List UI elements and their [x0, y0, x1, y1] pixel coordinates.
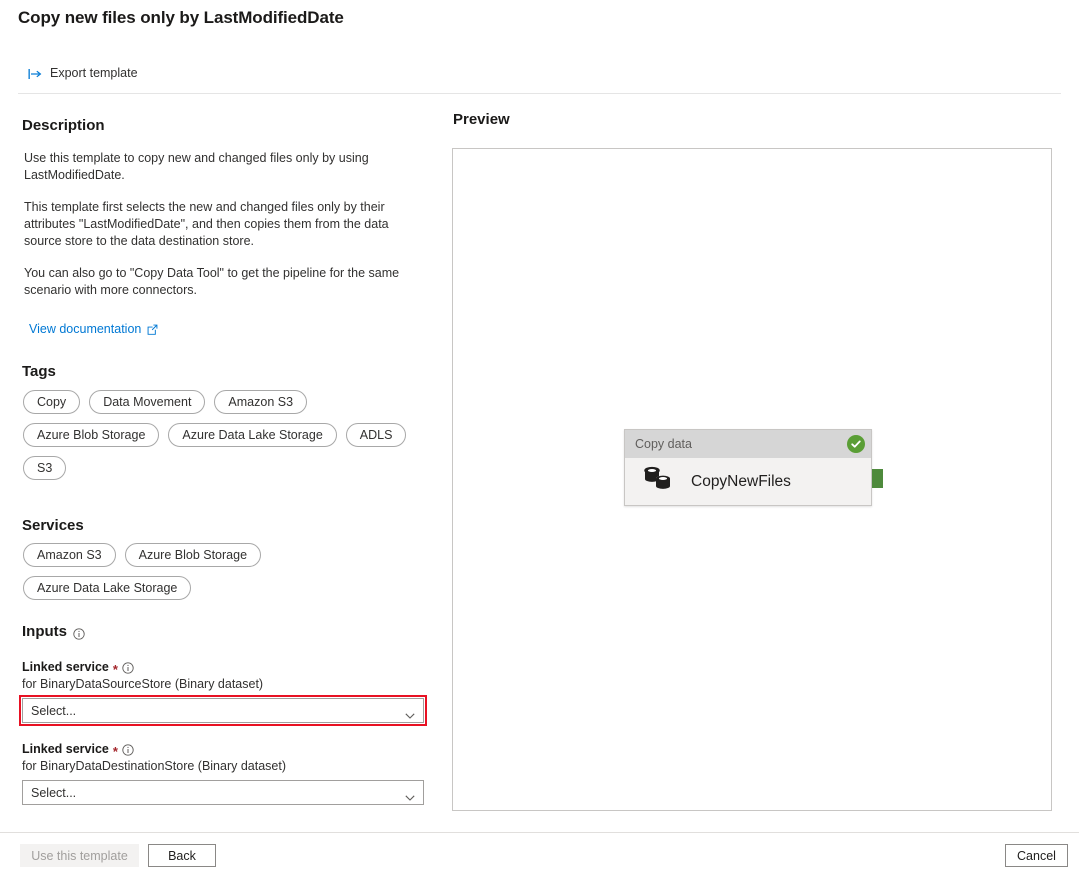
external-link-icon: [147, 324, 158, 335]
linked-service-source-value: Select...: [31, 704, 76, 718]
footer: Use this template Back Cancel: [0, 833, 1079, 877]
service-pill: Azure Data Lake Storage: [23, 576, 191, 600]
chevron-down-icon: [405, 790, 415, 796]
export-icon: [28, 67, 42, 79]
required-marker: *: [113, 745, 118, 758]
inputs-heading-row: Inputs: [22, 623, 85, 640]
tag-pill: Azure Blob Storage: [23, 423, 159, 447]
header-divider: [18, 93, 1061, 94]
tags-list: Copy Data Movement Amazon S3 Azure Blob …: [23, 390, 423, 480]
linked-service-destination-label: Linked service: [22, 742, 109, 756]
command-bar: Export template: [0, 58, 1079, 90]
pipeline-activity-node-header: Copy data: [625, 430, 871, 458]
description-paragraph-1: Use this template to copy new and change…: [24, 150, 414, 184]
tag-pill: S3: [23, 456, 66, 480]
description-body: Use this template to copy new and change…: [24, 150, 414, 314]
pipeline-activity-node-body: CopyNewFiles: [625, 458, 871, 505]
description-paragraph-2: This template first selects the new and …: [24, 199, 414, 250]
info-icon[interactable]: [122, 744, 134, 756]
service-pill: Amazon S3: [23, 543, 116, 567]
tag-pill: Azure Data Lake Storage: [168, 423, 336, 447]
linked-service-destination-value: Select...: [31, 786, 76, 800]
preview-heading: Preview: [453, 111, 510, 128]
chevron-down-icon: [405, 708, 415, 714]
back-button[interactable]: Back: [148, 844, 216, 867]
tag-pill: Copy: [23, 390, 80, 414]
view-documentation-label: View documentation: [29, 322, 141, 336]
cancel-button[interactable]: Cancel: [1005, 844, 1068, 867]
export-template-label: Export template: [50, 66, 138, 80]
required-marker: *: [113, 663, 118, 676]
linked-service-destination-sublabel: for BinaryDataDestinationStore (Binary d…: [22, 759, 426, 773]
pipeline-activity-node[interactable]: Copy data: [624, 429, 872, 506]
use-this-template-button[interactable]: Use this template: [20, 844, 139, 867]
tags-heading: Tags: [22, 363, 56, 380]
linked-service-destination-dropdown[interactable]: Select...: [22, 780, 424, 805]
tag-pill: Data Movement: [89, 390, 205, 414]
tag-pill: Amazon S3: [214, 390, 307, 414]
description-heading: Description: [22, 117, 105, 134]
pipeline-activity-name: CopyNewFiles: [691, 473, 791, 491]
services-list: Amazon S3 Azure Blob Storage Azure Data …: [23, 543, 423, 600]
linked-service-destination-field: Linked service * for BinaryDataDestinati…: [22, 742, 426, 805]
export-template-button[interactable]: Export template: [24, 58, 142, 88]
preview-canvas[interactable]: Copy data: [452, 148, 1052, 811]
copy-data-icon: [643, 465, 673, 498]
info-icon[interactable]: [73, 627, 85, 639]
pipeline-activity-type-label: Copy data: [635, 437, 692, 451]
linked-service-source-label-row: Linked service *: [22, 660, 426, 674]
inputs-heading: Inputs: [22, 623, 67, 640]
linked-service-source-sublabel: for BinaryDataSourceStore (Binary datase…: [22, 677, 426, 691]
node-output-handle[interactable]: [872, 469, 883, 488]
services-heading: Services: [22, 517, 84, 534]
service-pill: Azure Blob Storage: [125, 543, 261, 567]
page-title: Copy new files only by LastModifiedDate: [18, 8, 344, 28]
linked-service-source-field: Linked service * for BinaryDataSourceSto…: [22, 660, 426, 723]
tag-pill: ADLS: [346, 423, 407, 447]
linked-service-source-label: Linked service: [22, 660, 109, 674]
description-paragraph-3: You can also go to "Copy Data Tool" to g…: [24, 265, 414, 299]
linked-service-destination-label-row: Linked service *: [22, 742, 426, 756]
info-icon[interactable]: [122, 662, 134, 674]
check-circle-icon: [847, 435, 865, 453]
linked-service-source-dropdown[interactable]: Select...: [22, 698, 424, 723]
left-pane: Description Use this template to copy ne…: [0, 105, 440, 825]
view-documentation-link[interactable]: View documentation: [29, 322, 158, 336]
